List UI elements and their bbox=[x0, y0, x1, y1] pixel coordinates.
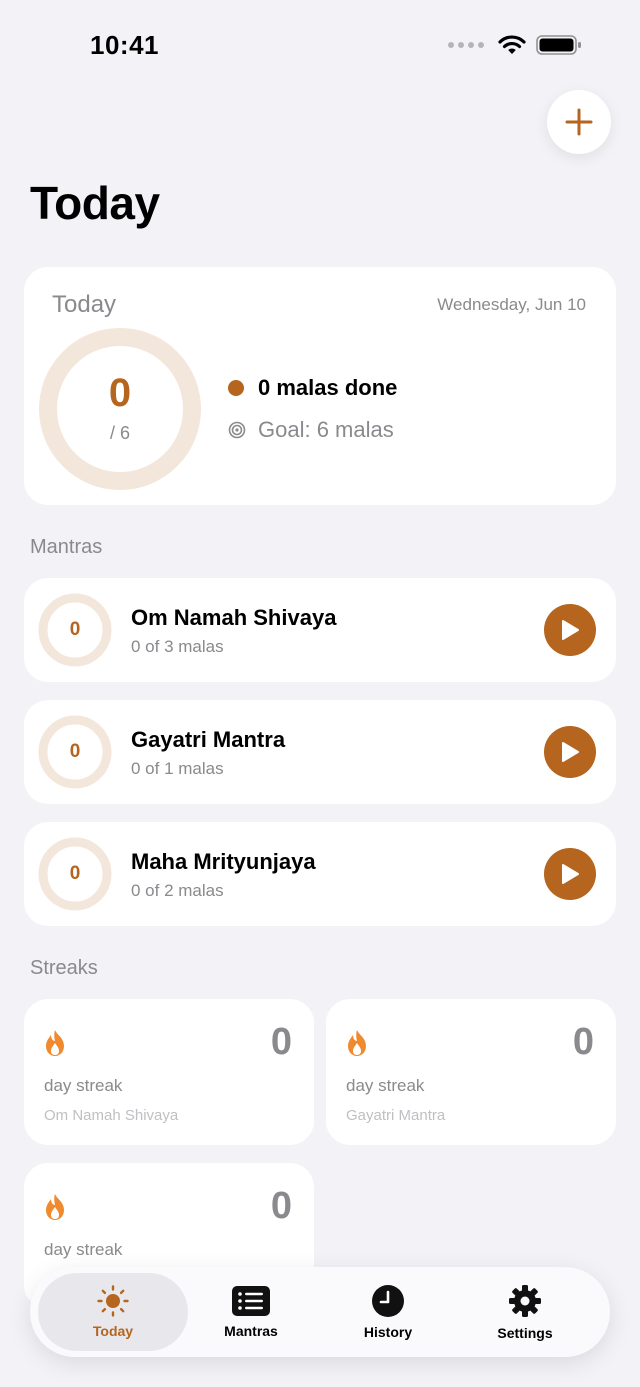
battery-icon bbox=[536, 35, 581, 55]
cellular-signal-icon bbox=[448, 42, 484, 48]
gear-icon bbox=[509, 1285, 541, 1317]
mantra-row[interactable]: 0 Maha Mrityunjaya 0 of 2 malas bbox=[24, 822, 616, 926]
summary-date: Wednesday, Jun 10 bbox=[437, 295, 586, 314]
page-title: Today bbox=[30, 177, 160, 229]
mantra-name: Maha Mrityunjaya bbox=[131, 849, 316, 874]
streak-mantra-name: Gayatri Mantra bbox=[346, 1107, 446, 1124]
mantra-progress: 0 of 1 malas bbox=[131, 759, 224, 778]
tab-mantras[interactable]: Mantras bbox=[176, 1273, 326, 1351]
tab-history[interactable]: History bbox=[313, 1273, 463, 1351]
streak-mantra-name: Om Namah Shivaya bbox=[44, 1107, 179, 1124]
tab-today[interactable]: Today bbox=[38, 1273, 188, 1351]
wifi-icon bbox=[498, 35, 526, 54]
tab-label: History bbox=[363, 1324, 413, 1340]
flame-icon bbox=[348, 1030, 366, 1056]
mantra-name: Gayatri Mantra bbox=[131, 727, 286, 752]
status-time: 10:41 bbox=[90, 30, 159, 60]
target-icon bbox=[228, 421, 246, 439]
mantra-count: 0 bbox=[69, 863, 81, 884]
streak-label: day streak bbox=[44, 1076, 123, 1095]
tab-label: Today bbox=[92, 1323, 134, 1339]
clock-icon bbox=[372, 1285, 404, 1317]
add-mantra-button[interactable] bbox=[547, 90, 611, 154]
sun-icon bbox=[97, 1285, 129, 1317]
tab-bar: Today Mantras History Settings bbox=[30, 1267, 610, 1357]
mantra-row[interactable]: 0 Om Namah Shivaya 0 of 3 malas bbox=[24, 578, 616, 682]
play-icon bbox=[562, 864, 579, 884]
daily-goal-fraction: / 6 bbox=[109, 423, 130, 443]
summary-label: Today bbox=[52, 291, 117, 318]
goal-row: Goal: 6 malas bbox=[228, 417, 394, 443]
streak-count: 0 bbox=[270, 1185, 292, 1227]
plus-icon bbox=[565, 108, 593, 136]
mantras-section-label: Mantras bbox=[30, 536, 103, 558]
streak-count: 0 bbox=[270, 1021, 292, 1063]
status-bar: 10:41 bbox=[0, 0, 640, 90]
play-icon bbox=[562, 620, 579, 640]
mantra-row[interactable]: 0 Gayatri Mantra 0 of 1 malas bbox=[24, 700, 616, 804]
list-icon bbox=[232, 1286, 270, 1316]
daily-count: 0 bbox=[108, 371, 132, 415]
flame-icon bbox=[46, 1194, 64, 1220]
mantra-progress: 0 of 2 malas bbox=[131, 881, 224, 900]
streak-count: 0 bbox=[572, 1021, 594, 1063]
done-dot-icon bbox=[228, 380, 244, 396]
play-button[interactable] bbox=[544, 726, 596, 778]
malas-done-text: 0 malas done bbox=[258, 375, 398, 400]
streak-label: day streak bbox=[44, 1240, 123, 1259]
mantra-progress: 0 of 3 malas bbox=[131, 637, 224, 656]
flame-icon bbox=[46, 1030, 64, 1056]
tab-settings[interactable]: Settings bbox=[450, 1273, 600, 1351]
play-button[interactable] bbox=[544, 604, 596, 656]
mantra-count: 0 bbox=[69, 741, 81, 762]
streak-label: day streak bbox=[346, 1076, 425, 1095]
play-button[interactable] bbox=[544, 848, 596, 900]
today-summary-card: Today Wednesday, Jun 10 0 / 6 0 malas do… bbox=[24, 267, 616, 505]
status-icons bbox=[448, 34, 582, 56]
streak-card: 0 day streak Gayatri Mantra bbox=[326, 999, 616, 1145]
tab-label: Settings bbox=[497, 1325, 553, 1341]
tab-label: Mantras bbox=[224, 1323, 278, 1339]
streaks-section-label: Streaks bbox=[30, 957, 98, 979]
goal-text: Goal: 6 malas bbox=[258, 417, 394, 442]
play-icon bbox=[562, 742, 579, 762]
streak-card: 0 day streak Om Namah Shivaya bbox=[24, 999, 314, 1145]
malas-done-row: 0 malas done bbox=[228, 375, 397, 401]
mantra-name: Om Namah Shivaya bbox=[131, 605, 337, 630]
mantra-count: 0 bbox=[69, 619, 81, 640]
